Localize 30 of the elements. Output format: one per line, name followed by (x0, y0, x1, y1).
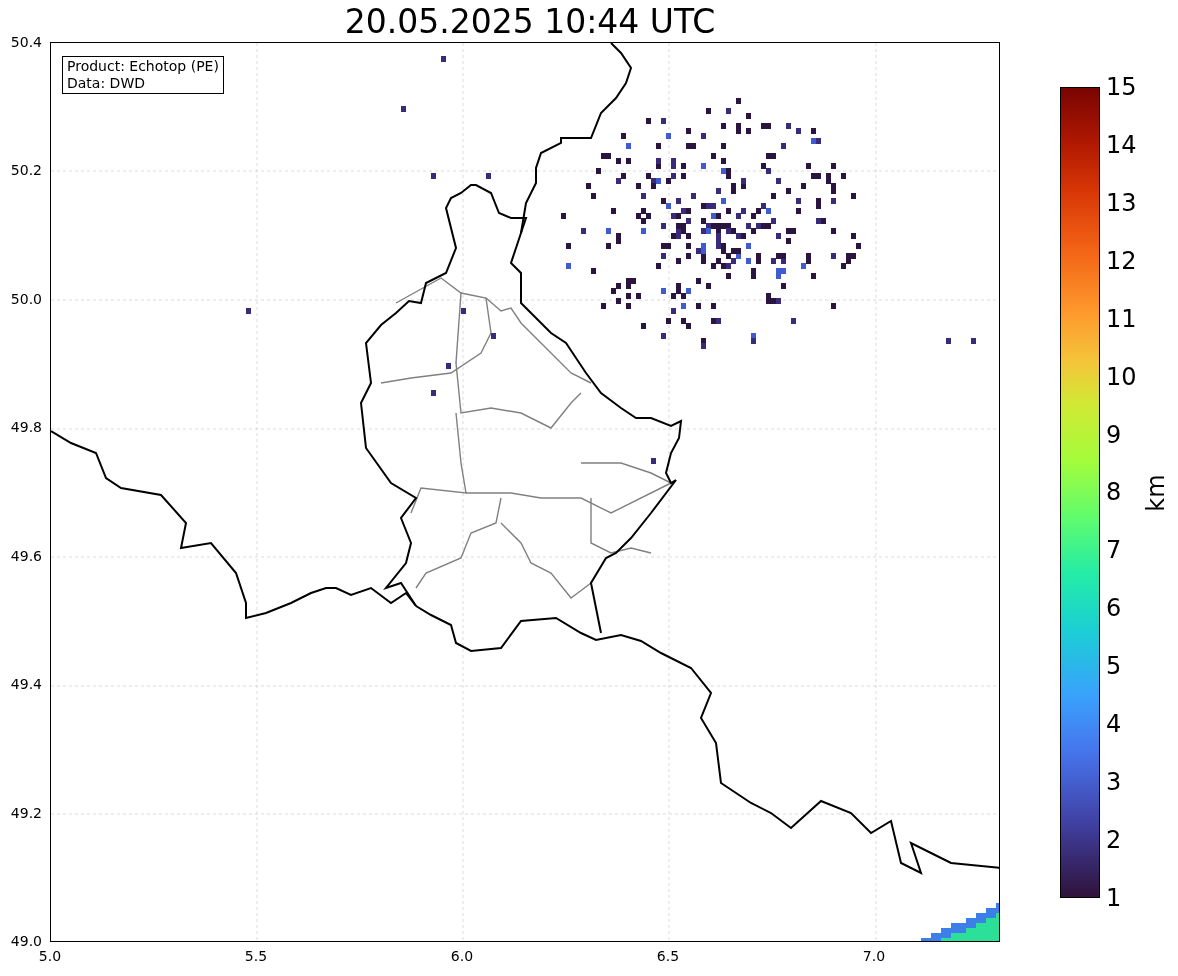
colorbar-tick-label: 6 (1105, 593, 1122, 625)
latitude-tick-label: 49.2 (10, 803, 43, 823)
colorbar-tick-label: 8 (1105, 477, 1122, 509)
colorbar-tick-label: 7 (1105, 535, 1122, 567)
colorbar-tick-label: 4 (1105, 709, 1122, 741)
colorbar-tick-label: 3 (1105, 767, 1122, 799)
longitude-tick-label: 5.5 (244, 947, 268, 966)
colorbar-tick-label: 2 (1105, 825, 1122, 856)
info-text: Data: DWD (67, 75, 146, 92)
latitude-tick-label: 50.0 (10, 289, 43, 309)
colorbar-tick-label: 14 (1105, 129, 1137, 161)
chart-title: 20.05.2025 10:44 UTC (344, 2, 716, 42)
colorbar-tick-label: 12 (1105, 245, 1137, 277)
colorbar-tick-label: 9 (1105, 419, 1122, 451)
longitude-tick-label: 6.0 (450, 947, 474, 966)
latitude-tick-label: 49.4 (10, 675, 43, 695)
colorbar-tick-label: 11 (1105, 303, 1137, 335)
colorbar-tick-label: 5 (1105, 651, 1122, 683)
colorbar-tick-label: 15 (1105, 72, 1137, 103)
colorbar-label: km (1140, 473, 1171, 512)
longitude-tick-label: 7.0 (862, 947, 886, 966)
latitude-tick-label: 49.6 (10, 546, 43, 566)
colorbar-tick-label: 1 (1105, 882, 1122, 914)
latitude-tick-label: 50.4 (10, 32, 43, 52)
colorbar-tick-label: 10 (1105, 361, 1137, 393)
colorbar-tick-label: 13 (1105, 187, 1137, 219)
info-text: Product: Echotop (PE) (67, 58, 219, 75)
latitude-tick-label: 49.8 (10, 418, 43, 438)
latitude-tick-label: 50.2 (10, 161, 43, 181)
longitude-tick-label: 6.5 (656, 947, 680, 966)
